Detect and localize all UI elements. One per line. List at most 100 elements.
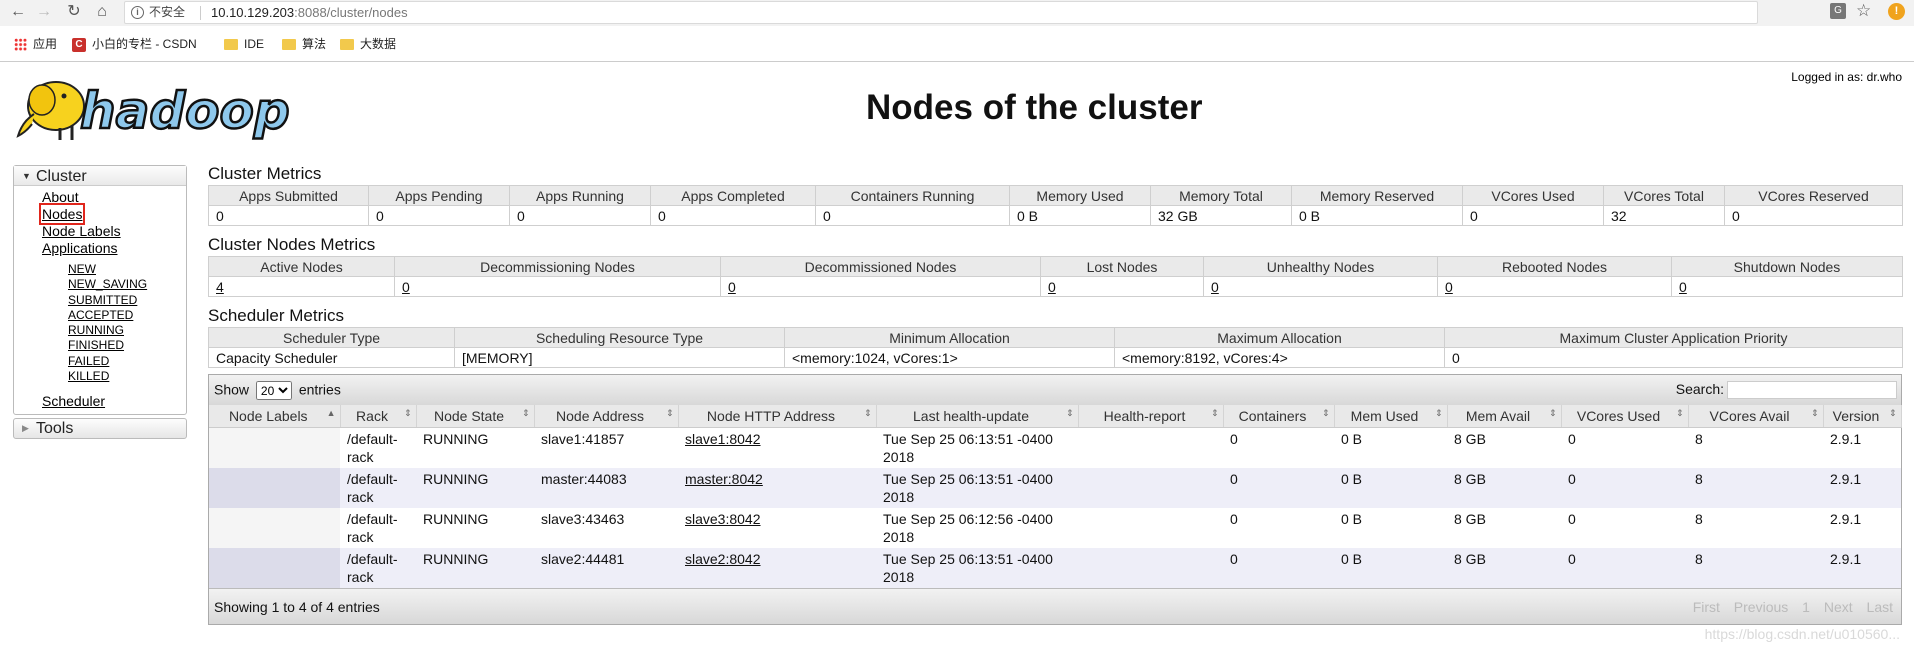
col-rack[interactable]: Rack ⇕	[340, 405, 417, 428]
col-last-health-update[interactable]: Last health-update ⇕	[876, 405, 1079, 428]
unhealthy-nodes-link[interactable]: 0	[1203, 276, 1438, 297]
bookmark-ide[interactable]: IDE	[224, 36, 264, 52]
sidebar-item-about[interactable]: About	[14, 189, 186, 206]
node-http-link[interactable]: slave2:8042	[678, 547, 876, 588]
reload-icon[interactable]: ↻	[64, 2, 84, 22]
col-node-labels[interactable]: Node Labels ▲	[209, 405, 341, 428]
url-host: 10.10.129.203	[211, 5, 295, 20]
decommissioned-nodes-link[interactable]: 0	[720, 276, 1041, 297]
col-scheduling-resource-type: Scheduling Resource Type	[454, 327, 785, 348]
col-node-http-address[interactable]: Node HTTP Address ⇕	[678, 405, 877, 428]
metric-value: 0	[1462, 205, 1604, 226]
col-node-state[interactable]: Node State ⇕	[416, 405, 535, 428]
main-content: Cluster Metrics Apps Submitted Apps Pend…	[208, 162, 1903, 625]
cell-vcores-avail: 8	[1688, 507, 1823, 548]
bookmark-star-icon[interactable]: ☆	[1856, 1, 1871, 21]
col-vcores-used[interactable]: VCores Used ⇕	[1561, 405, 1689, 428]
folder-icon	[224, 39, 238, 51]
sidebar-item-scheduler[interactable]: Scheduler	[14, 393, 186, 410]
column-label: Last health-update	[913, 407, 1029, 424]
bookmark-label: IDE	[244, 37, 265, 51]
shutdown-nodes-link[interactable]: 0	[1671, 276, 1903, 297]
node-http-link[interactable]: slave1:8042	[678, 427, 876, 468]
search-input[interactable]	[1727, 381, 1897, 400]
col-version[interactable]: Version ⇕	[1823, 405, 1902, 428]
bookmarks-bar: 应用 C 小白的专栏 - CSDN IDE 算法 大数据	[0, 26, 1914, 62]
decommissioning-nodes-link[interactable]: 0	[394, 276, 721, 297]
browser-toolbar: ← → ↻ ⌂ i 不安全 10.10.129.203:8088/cluster…	[0, 0, 1914, 26]
cell-node-address: master:44083	[534, 467, 678, 508]
cell-mem-used: 0 B	[1334, 427, 1447, 468]
sort-icon: ⇕	[1210, 408, 1219, 418]
col-scheduler-type: Scheduler Type	[208, 327, 455, 348]
page-last-button[interactable]: Last	[1867, 599, 1893, 615]
node-http-link[interactable]: slave3:8042	[678, 507, 876, 548]
cell-node-state: RUNNING	[416, 467, 534, 508]
sidebar-item-nodes[interactable]: Nodes	[14, 203, 186, 225]
security-label: 不安全	[149, 5, 186, 19]
app-state-failed[interactable]: FAILED	[14, 354, 186, 369]
watermark: https://blog.csdn.net/u010560...	[1704, 626, 1900, 642]
col-mem-used[interactable]: Mem Used ⇕	[1334, 405, 1448, 428]
app-state-finished[interactable]: FINISHED	[14, 338, 186, 353]
col-apps-pending: Apps Pending	[368, 185, 510, 206]
sort-asc-icon: ▲	[326, 408, 336, 418]
col-mem-avail[interactable]: Mem Avail ⇕	[1447, 405, 1562, 428]
cell-version: 2.9.1	[1823, 427, 1901, 468]
cell-node-state: RUNNING	[416, 547, 534, 588]
page-next-button[interactable]: Next	[1824, 599, 1853, 615]
col-vcores-total: VCores Total	[1603, 185, 1725, 206]
back-arrow-icon[interactable]: ←	[8, 2, 28, 22]
active-nodes-link[interactable]: 4	[208, 276, 395, 297]
table-row: /default-rack RUNNING slave2:44481 slave…	[209, 547, 1901, 588]
sort-icon: ⇕	[1810, 408, 1819, 418]
bookmark-bigdata[interactable]: 大数据	[340, 36, 396, 52]
col-node-address[interactable]: Node Address ⇕	[534, 405, 679, 428]
metric-value: Capacity Scheduler	[208, 347, 455, 368]
entries-label: entries	[298, 381, 341, 398]
sort-icon: ⇕	[1888, 408, 1897, 418]
node-http-link[interactable]: master:8042	[678, 467, 876, 508]
update-icon[interactable]: !	[1888, 3, 1905, 20]
bookmark-label: 算法	[302, 37, 327, 51]
col-containers[interactable]: Containers ⇕	[1223, 405, 1335, 428]
col-apps-completed: Apps Completed	[650, 185, 816, 206]
entries-info: Showing 1 to 4 of 4 entries	[214, 598, 380, 615]
page-number-button[interactable]: 1	[1802, 599, 1810, 615]
page-previous-button[interactable]: Previous	[1734, 599, 1788, 615]
url-text[interactable]: 10.10.129.203:8088/cluster/nodes	[211, 2, 408, 23]
info-icon[interactable]: i	[131, 6, 144, 19]
sidebar-nav: ▼ Cluster About Nodes Node Labels Applica…	[13, 165, 187, 440]
bookmark-algorithms[interactable]: 算法	[282, 36, 326, 52]
home-icon[interactable]: ⌂	[92, 2, 112, 22]
col-health-report[interactable]: Health-report ⇕	[1078, 405, 1224, 428]
page-first-button[interactable]: First	[1693, 599, 1720, 615]
app-state-accepted[interactable]: ACCEPTED	[14, 308, 186, 323]
rebooted-nodes-link[interactable]: 0	[1437, 276, 1672, 297]
sidebar-item-node-labels[interactable]: Node Labels	[14, 223, 186, 240]
cell-node-labels	[209, 467, 340, 508]
app-state-new-saving[interactable]: NEW_SAVING	[14, 277, 186, 292]
cell-mem-used: 0 B	[1334, 547, 1447, 588]
cell-health-update: Tue Sep 25 06:13:51 -0400 2018	[876, 467, 1078, 508]
app-state-running[interactable]: RUNNING	[14, 323, 186, 338]
cluster-section-header[interactable]: ▼ Cluster	[14, 166, 186, 186]
tools-section-header[interactable]: ▶ Tools	[13, 418, 187, 440]
app-state-killed[interactable]: KILLED	[14, 369, 186, 384]
datatable-toolbar: Show 20 entries Search:	[209, 375, 1901, 405]
translate-icon[interactable]: G	[1830, 3, 1846, 19]
address-bar[interactable]: i 不安全 10.10.129.203:8088/cluster/nodes	[124, 1, 1758, 24]
cell-mem-used: 0 B	[1334, 507, 1447, 548]
lost-nodes-link[interactable]: 0	[1040, 276, 1204, 297]
col-vcores-avail[interactable]: VCores Avail ⇕	[1688, 405, 1824, 428]
sort-icon: ⇕	[1065, 408, 1074, 418]
app-state-new[interactable]: NEW	[14, 262, 186, 277]
forward-arrow-icon[interactable]: →	[34, 2, 54, 22]
sidebar-item-applications[interactable]: Applications	[14, 240, 186, 257]
entries-select[interactable]: 20	[255, 381, 292, 400]
bookmark-apps[interactable]: 应用	[14, 36, 57, 52]
bookmark-csdn[interactable]: C 小白的专栏 - CSDN	[72, 36, 197, 52]
column-label: VCores Used	[1576, 407, 1661, 424]
app-state-submitted[interactable]: SUBMITTED	[14, 293, 186, 308]
triangle-right-icon: ▶	[22, 423, 29, 434]
